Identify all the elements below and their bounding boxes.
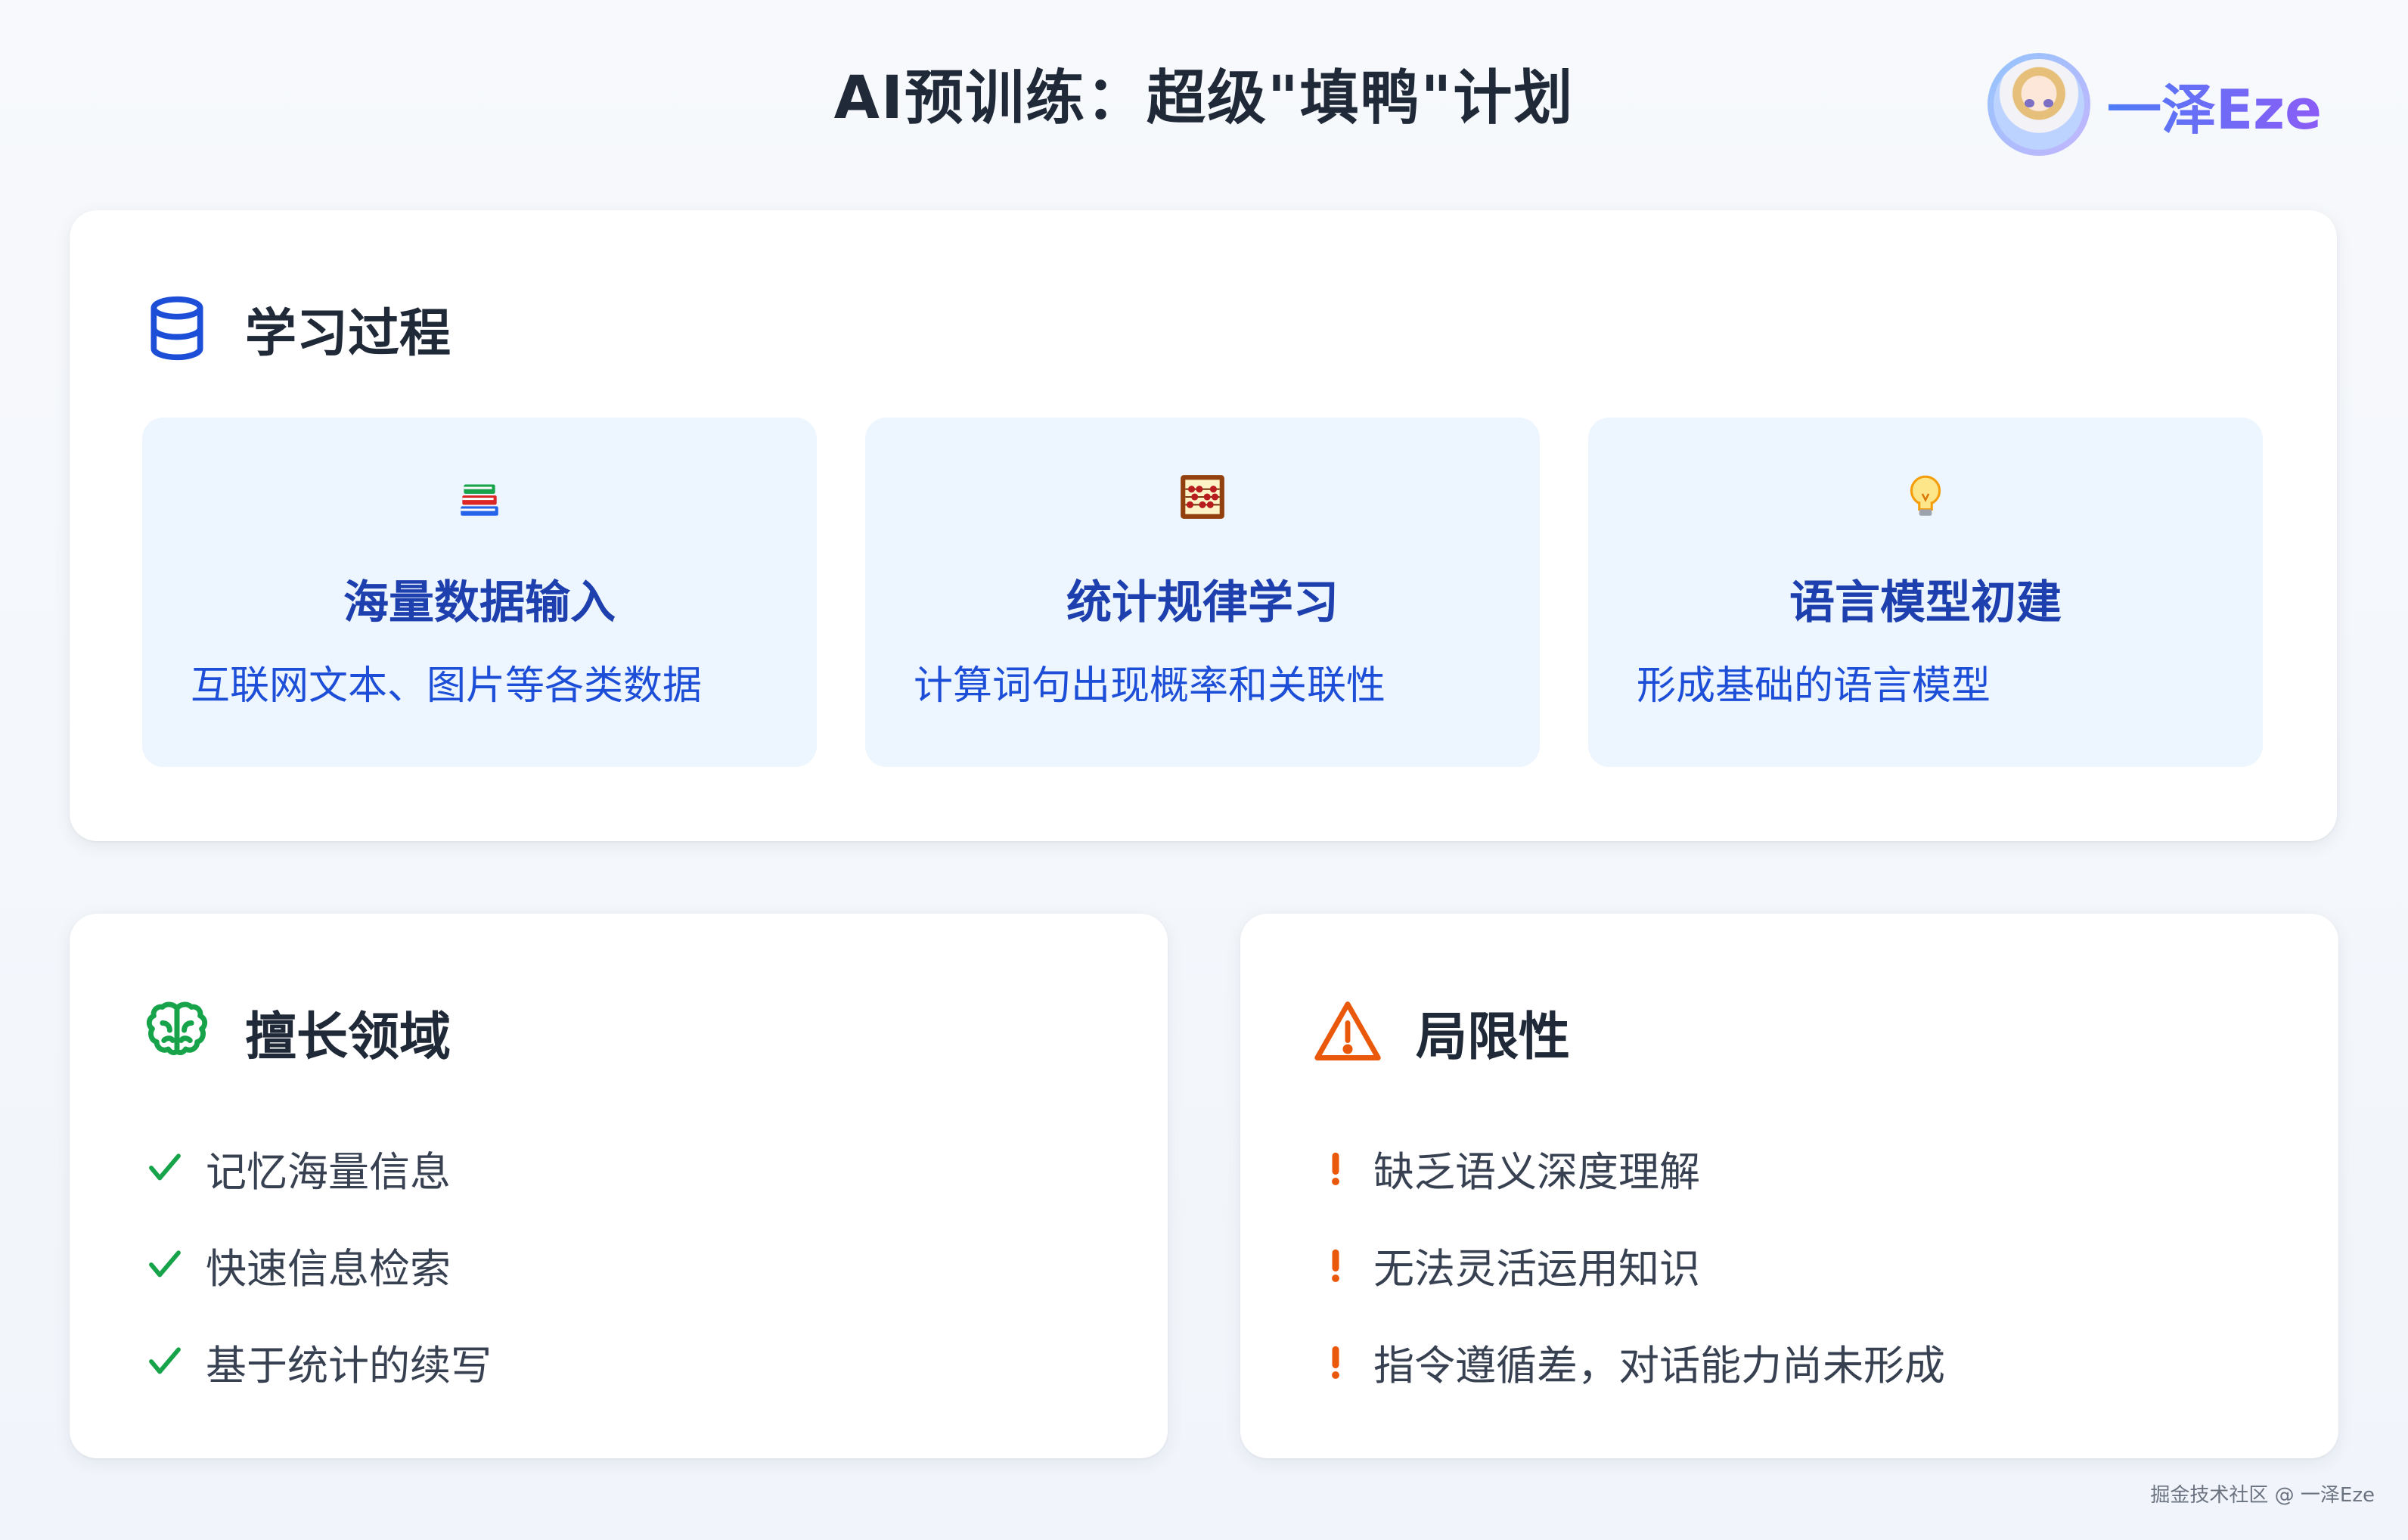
abacus-icon	[1181, 475, 1224, 519]
list-item: 无法灵活运用知识	[1313, 1216, 2266, 1313]
learning-process-title: 学习过程	[245, 303, 452, 364]
exclamation-icon	[1332, 1346, 1339, 1379]
step-description: 计算词句出现概率和关联性	[914, 663, 1386, 709]
step-title: 语言模型初建	[1789, 576, 2062, 629]
learning-steps: 海量数据输入 互联网文本、图片等各类数据 统计规律学习 计算词句出现概率和关联性	[142, 418, 2263, 767]
limitations-list: 缺乏语义深度理解 无法灵活运用知识 指令遵循差，对话能力尚未形成	[1313, 1119, 2266, 1410]
strengths-list: 记忆海量信息 快速信息检索 基于统计的续写	[142, 1119, 1095, 1410]
database-icon	[150, 296, 203, 361]
learning-process-card: 学习过程 海量数据输入 互联网文本、图片等各类数据 统计规律学习 计算词句出现概…	[70, 210, 2337, 841]
step-card-statistics: 统计规律学习 计算词句出现概率和关联性	[865, 418, 1540, 767]
check-icon	[149, 1347, 181, 1374]
step-description: 互联网文本、图片等各类数据	[191, 663, 703, 709]
limitations-header: 局限性	[1313, 989, 1570, 1074]
brand-name: 一泽Eze	[2107, 65, 2322, 144]
warning-icon	[1314, 1001, 1381, 1060]
brand: 一泽Eze	[1988, 53, 2322, 156]
list-item-text: 指令遵循差，对话能力尚未形成	[1373, 1341, 1945, 1389]
watermark: 掘金技术社区 @ 一泽Eze	[2150, 1484, 2375, 1507]
check-icon	[149, 1250, 181, 1278]
limitations-card: 局限性 缺乏语义深度理解 无法灵活运用知识 指令遵循差，对话能力尚未形成	[1240, 914, 2338, 1458]
brain-icon	[146, 1001, 208, 1056]
step-title: 统计规律学习	[1066, 576, 1339, 629]
strengths-card: 擅长领域 记忆海量信息 快速信息检索 基于统计的续写	[70, 914, 1168, 1458]
step-card-data-input: 海量数据输入 互联网文本、图片等各类数据	[142, 418, 817, 767]
list-item: 记忆海量信息	[142, 1119, 1095, 1216]
list-item: 快速信息检索	[142, 1216, 1095, 1313]
list-item-text: 记忆海量信息	[206, 1147, 451, 1196]
step-title: 海量数据输入	[343, 576, 616, 629]
list-item: 基于统计的续写	[142, 1313, 1095, 1410]
books-icon	[461, 484, 498, 516]
exclamation-icon	[1332, 1152, 1339, 1185]
strengths-header: 擅长领域	[142, 989, 451, 1074]
step-card-language-model: 语言模型初建 形成基础的语言模型	[1588, 418, 2263, 767]
step-description: 形成基础的语言模型	[1637, 663, 1991, 709]
avatar	[1988, 53, 2090, 156]
list-item-text: 无法灵活运用知识	[1373, 1244, 1700, 1293]
strengths-title: 擅长领域	[245, 1007, 452, 1067]
list-item: 指令遵循差，对话能力尚未形成	[1313, 1313, 2266, 1410]
list-item: 缺乏语义深度理解	[1313, 1119, 2266, 1216]
list-item-text: 基于统计的续写	[206, 1341, 492, 1389]
list-item-text: 快速信息检索	[206, 1244, 451, 1293]
check-icon	[149, 1153, 181, 1181]
limitations-title: 局限性	[1416, 1007, 1571, 1067]
anime-avatar-icon	[1994, 59, 2084, 150]
exclamation-icon	[1332, 1249, 1339, 1282]
learning-process-header: 学习过程	[142, 286, 451, 371]
list-item-text: 缺乏语义深度理解	[1373, 1147, 1700, 1196]
lightbulb-icon	[1910, 475, 1941, 516]
